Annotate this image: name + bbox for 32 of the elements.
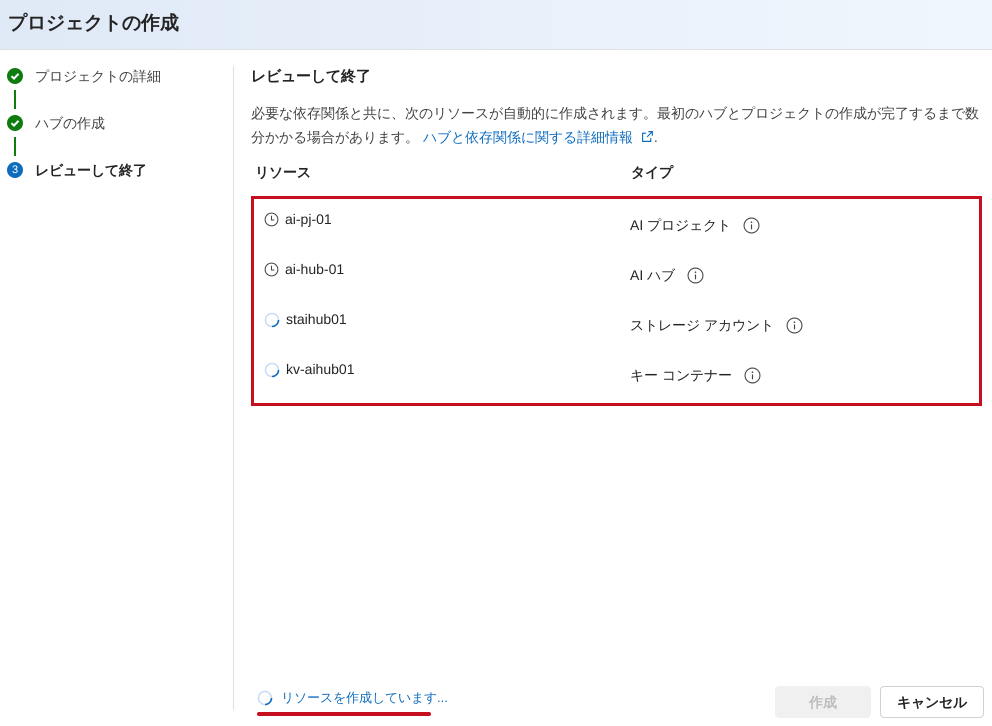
info-icon[interactable] [743, 217, 760, 234]
step-label[interactable]: プロジェクトの詳細 [35, 66, 161, 86]
status-text: リソースを作成しています... [281, 688, 448, 707]
info-icon[interactable] [744, 367, 761, 384]
spinner-icon [264, 362, 280, 378]
window-title: プロジェクトの作成 [8, 12, 179, 36]
description-text: 必要な依存関係と共に、次のリソースが自動的に作成されます。最初のハブとプロジェクトの作成が完了するまで数分かかる場合があります。 ハブと依存関係に関する詳細情報 . [251, 100, 988, 148]
checkmark-icon [7, 68, 23, 84]
clock-icon [264, 212, 279, 227]
resource-type: AI プロジェクト [630, 216, 732, 235]
cancel-button[interactable]: キャンセル [880, 686, 984, 718]
resource-name: kv-aihub01 [286, 360, 354, 379]
external-link-icon [640, 130, 654, 143]
resource-type: AI ハブ [630, 266, 676, 285]
resource-name: ai-pj-01 [285, 210, 332, 229]
column-header: リソース [255, 163, 312, 182]
resource-name: staihub01 [286, 310, 347, 329]
column-header: タイプ [631, 163, 673, 182]
info-icon[interactable] [786, 317, 803, 334]
step-label[interactable]: レビューして終了 [35, 160, 147, 180]
info-icon[interactable] [687, 267, 704, 284]
step-label[interactable]: ハブの作成 [35, 112, 105, 134]
checkmark-icon [7, 115, 23, 131]
resource-type: キー コンテナー [630, 366, 732, 385]
details-link[interactable]: ハブと依存関係に関する詳細情報 [422, 124, 654, 148]
resource-name: ai-hub-01 [285, 260, 344, 279]
spinner-icon [257, 690, 273, 706]
section-title: レビューして終了 [251, 67, 372, 87]
spinner-icon [264, 312, 280, 328]
resource-type: ストレージ アカウント [630, 316, 774, 335]
step-number: 3 [7, 162, 23, 178]
clock-icon [264, 262, 279, 277]
